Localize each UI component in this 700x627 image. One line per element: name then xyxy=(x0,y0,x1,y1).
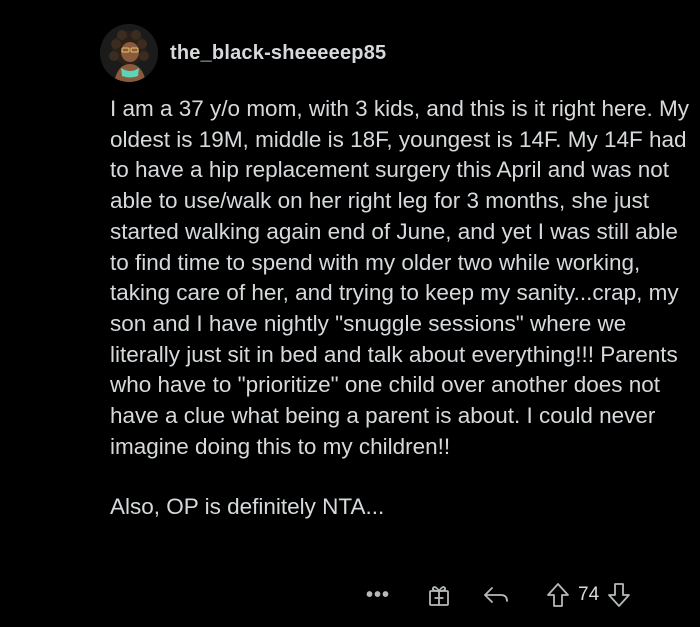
vote-count: 74 xyxy=(578,584,600,605)
reply-icon[interactable] xyxy=(482,583,510,607)
upvote-arrow-icon[interactable] xyxy=(546,582,570,608)
comment-actions: ••• 74 xyxy=(360,578,631,612)
avatar-image xyxy=(100,24,158,82)
comment: the_black-sheeeeep85 I am a 37 y/o mom, … xyxy=(0,0,700,627)
avatar[interactable] xyxy=(100,24,158,82)
comment-paragraph-1: I am a 37 y/o mom, with 3 kids, and this… xyxy=(110,96,689,459)
comment-body: I am a 37 y/o mom, with 3 kids, and this… xyxy=(110,94,690,523)
username[interactable]: the_black-sheeeeep85 xyxy=(170,42,386,65)
comment-header: the_black-sheeeeep85 xyxy=(100,24,386,82)
downvote-arrow-icon[interactable] xyxy=(607,582,631,608)
more-options-icon[interactable]: ••• xyxy=(360,584,396,607)
gift-icon[interactable] xyxy=(426,582,452,608)
comment-paragraph-2: Also, OP is definitely NTA... xyxy=(110,494,385,520)
